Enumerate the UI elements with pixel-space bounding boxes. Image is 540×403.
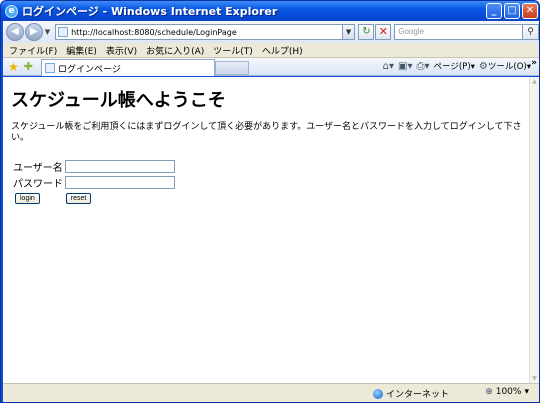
refresh-icon[interactable]: ↻ — [358, 24, 375, 40]
zoom-icon: ⊕ — [485, 387, 493, 397]
intro-text: スケジュール帳をご利用頂くにはまずログインして頂く必要があります。ユーザー名とパ… — [11, 122, 522, 143]
add-favorite-icon[interactable]: ✚ — [24, 60, 33, 73]
scroll-up-icon[interactable]: ▲ — [530, 77, 539, 86]
tab-login-page[interactable]: ログインページ — [41, 59, 215, 76]
page-icon — [45, 63, 55, 73]
login-button[interactable]: login — [15, 193, 40, 204]
feeds-icon[interactable]: ▣▾ — [398, 61, 412, 72]
new-tab-button[interactable] — [215, 61, 249, 75]
zoom-level: 100% — [495, 387, 522, 397]
security-zone[interactable]: インターネット — [373, 387, 449, 400]
tools-gear-icon: ⚙ — [478, 61, 488, 72]
menu-view[interactable]: 表示(V) — [106, 44, 137, 57]
title-bar: e ログインページ - Windows Internet Explorer _ … — [1, 1, 539, 21]
home-icon[interactable]: ⌂▾ — [383, 61, 394, 72]
status-bar: インターネット ⊕ 100% ▾ — [3, 383, 539, 402]
zoom-control[interactable]: ⊕ 100% ▾ — [485, 387, 529, 397]
address-dropdown-icon[interactable]: ▼ — [342, 24, 356, 40]
page-title: スケジュール帳へようこそ — [11, 90, 226, 111]
scroll-down-icon[interactable]: ▼ — [530, 374, 539, 383]
stop-icon[interactable]: ✕ — [375, 24, 392, 40]
vertical-scrollbar[interactable]: ▲ ▼ — [529, 77, 539, 383]
page-content: スケジュール帳へようこそ スケジュール帳をご利用頂くにはまずログインして頂く必要… — [3, 77, 539, 383]
tab-row: ★ ✚ ログインページ ⌂▾ ▣▾ ⎙▾ ページ(P)▾ ⚙ツール(O)▾ » — [3, 58, 539, 76]
address-url: http://localhost:8080/schedule/LoginPage — [71, 27, 237, 37]
close-button[interactable]: ✕ — [522, 3, 538, 19]
username-field[interactable] — [65, 160, 175, 173]
command-bar: ⌂▾ ▣▾ ⎙▾ ページ(P)▾ ⚙ツール(O)▾ — [383, 60, 531, 73]
print-icon[interactable]: ⎙▾ — [417, 61, 430, 72]
username-row: ユーザー名 — [13, 159, 175, 174]
browser-window: e ログインページ - Windows Internet Explorer _ … — [0, 0, 540, 403]
history-dropdown-icon[interactable]: ▼ — [45, 28, 50, 36]
internet-globe-icon — [373, 388, 383, 399]
minimize-button[interactable]: _ — [486, 3, 502, 19]
chevron-more-icon[interactable]: » — [531, 58, 537, 68]
menu-file[interactable]: ファイル(F) — [9, 44, 57, 57]
menu-favorites[interactable]: お気に入り(A) — [146, 44, 204, 57]
menu-tools[interactable]: ツール(T) — [213, 44, 253, 57]
ie-logo-icon: e — [5, 4, 18, 18]
password-row: パスワード — [13, 175, 175, 190]
address-bar[interactable]: http://localhost:8080/schedule/LoginPage — [55, 24, 343, 40]
forward-arrow-icon[interactable]: ▶ — [24, 23, 43, 41]
menu-help[interactable]: ヘルプ(H) — [262, 44, 303, 57]
zoom-dropdown-icon[interactable]: ▾ — [524, 387, 529, 397]
zone-label: インターネット — [386, 390, 450, 400]
username-label: ユーザー名 — [13, 163, 63, 174]
window-title: ログインページ - Windows Internet Explorer — [22, 5, 278, 18]
reset-button[interactable]: reset — [65, 193, 92, 204]
menu-bar: ファイル(F) 編集(E) 表示(V) お気に入り(A) ツール(T) ヘルプ(… — [3, 43, 539, 58]
page-icon — [58, 27, 69, 37]
tools-menu[interactable]: ⚙ツール(O)▾ — [479, 60, 531, 72]
menu-edit[interactable]: 編集(E) — [66, 44, 97, 57]
form-buttons: login reset — [15, 193, 92, 204]
password-label: パスワード — [13, 179, 63, 190]
search-input[interactable]: Google — [394, 24, 524, 40]
password-field[interactable] — [65, 176, 175, 189]
maximize-button[interactable]: □ — [504, 3, 520, 19]
page-menu[interactable]: ページ(P)▾ — [434, 60, 475, 72]
address-row: ◀ ▶ ▼ http://localhost:8080/schedule/Log… — [3, 21, 539, 43]
favorites-star-icon[interactable]: ★ — [8, 61, 19, 73]
window-controls: _ □ ✕ — [486, 3, 538, 19]
search-icon[interactable]: ⚲ — [523, 24, 539, 40]
back-arrow-icon[interactable]: ◀ — [6, 23, 24, 41]
tab-label: ログインページ — [58, 64, 121, 75]
